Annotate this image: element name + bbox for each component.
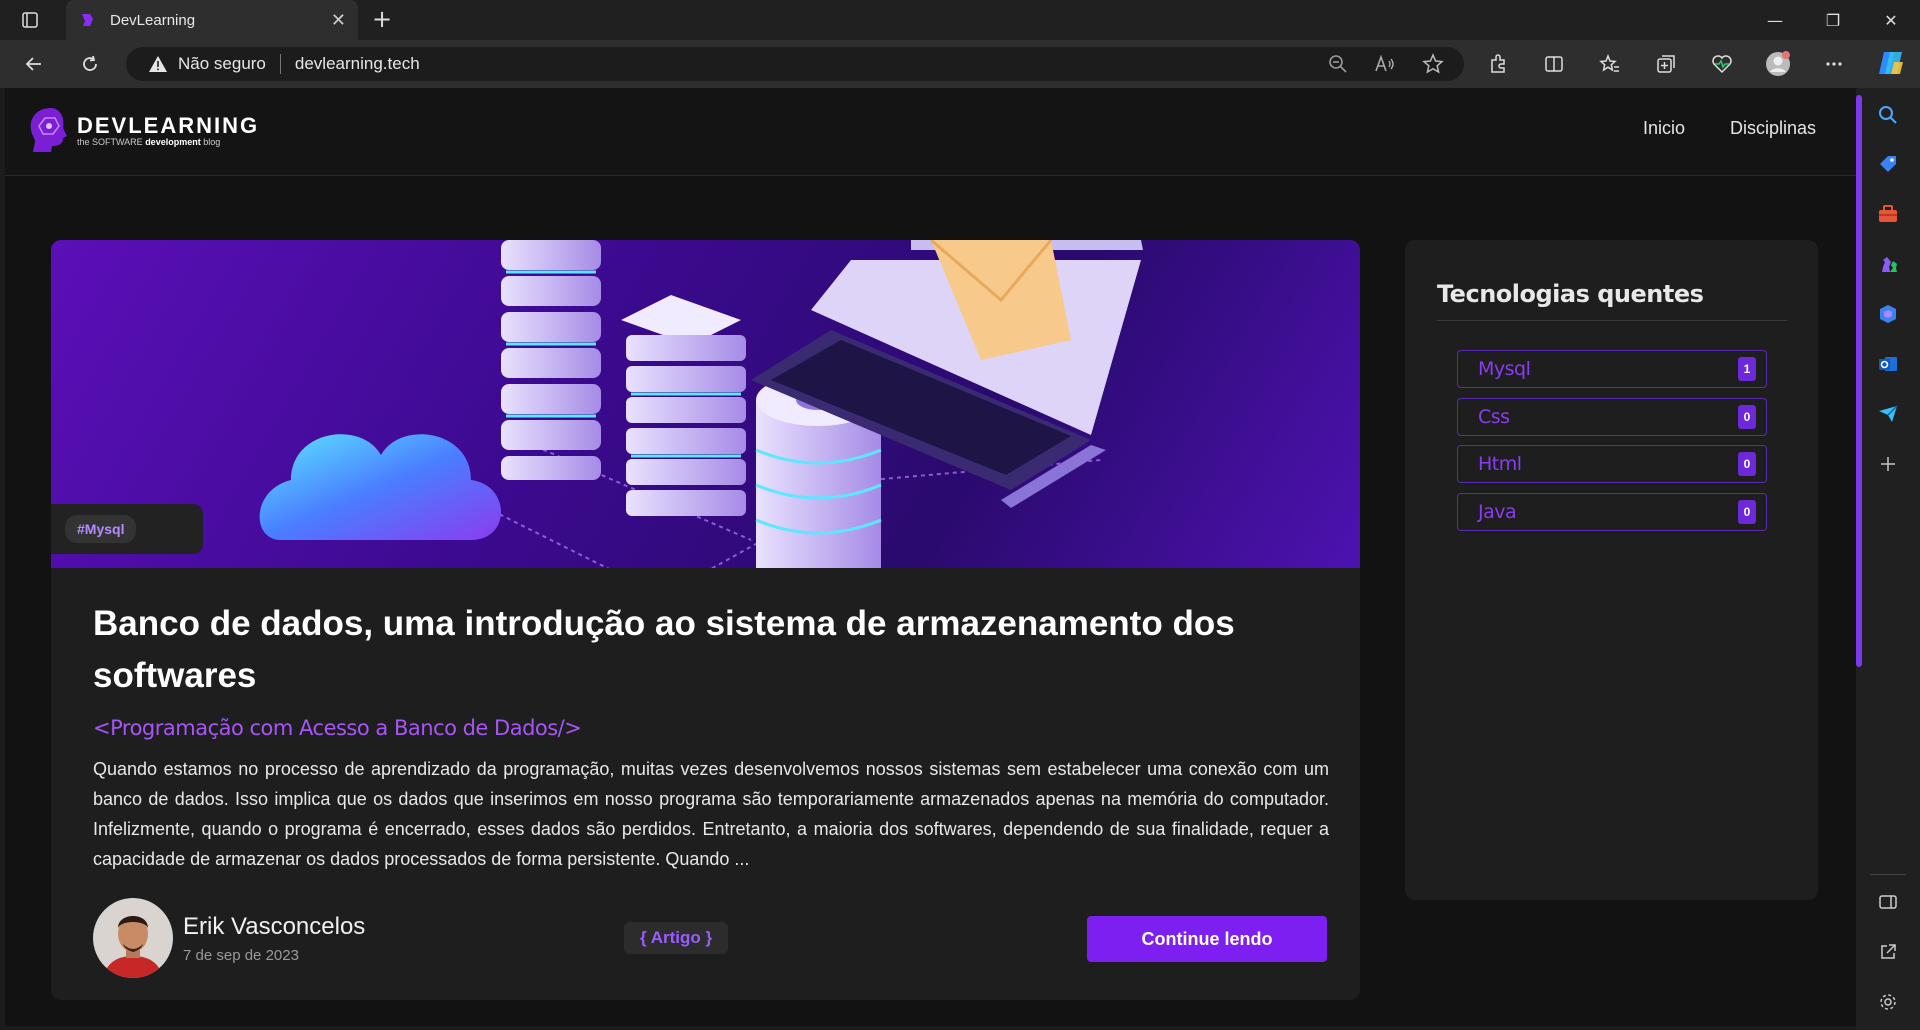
tech-name: Java [1478,500,1517,523]
more-options-icon[interactable] [1820,50,1848,78]
article-type-badge: { Artigo } [624,922,729,954]
favorite-star-icon[interactable] [1422,53,1444,75]
read-aloud-icon[interactable] [1374,54,1396,74]
collections-icon[interactable] [1652,50,1680,78]
logo-head-icon [30,108,67,152]
page-viewport: DEVLEARNING the SOFTWARE development blo… [5,88,1856,1026]
external-link-icon[interactable] [1876,940,1900,964]
hashtag-container: #Mysql [51,504,203,554]
browser-nav-bar: Não seguro devlearning.tech [0,40,1920,88]
restore-button[interactable]: ❐ [1804,0,1862,40]
site-header: DEVLEARNING the SOFTWARE development blo… [5,88,1856,176]
reload-icon [83,55,97,71]
database-illustration [259,240,1143,568]
warning-icon [149,56,167,72]
hide-sidebar-icon[interactable] [1876,890,1900,914]
minimize-button[interactable]: — [1746,0,1804,40]
tech-count-badge: 0 [1738,499,1756,524]
panel-divider [1437,320,1787,321]
split-screen-icon[interactable] [1540,50,1568,78]
panel-title: Tecnologias quentes [1437,280,1704,308]
tech-count-badge: 0 [1738,404,1756,429]
tech-name: Html [1478,453,1522,475]
author-avatar [93,898,173,978]
browser-tab[interactable]: DevLearning ✕ [66,0,358,40]
favorites-icon[interactable] [1596,50,1624,78]
address-bar[interactable]: Não seguro devlearning.tech [126,47,1464,81]
profile-avatar-icon[interactable] [1764,50,1792,78]
tech-item-html[interactable]: Html 0 [1457,445,1767,483]
reload-button[interactable] [76,50,104,78]
site-nav: Inicio Disciplinas [1643,118,1816,139]
sidebar-search-icon[interactable] [1876,103,1900,127]
security-label[interactable]: Não seguro [178,54,266,74]
article-discipline-link[interactable]: <Programação com Acesso a Banco de Dados… [93,716,582,740]
article-card: #Mysql Banco de dados, uma introdução ao… [51,240,1360,1000]
back-arrow-icon [25,57,41,71]
author-name: Erik Vasconcelos [183,912,366,940]
nav-link-inicio[interactable]: Inicio [1643,118,1685,139]
browser-essentials-icon[interactable] [1708,50,1736,78]
logo-title: DEVLEARNING [77,113,260,138]
author-block: Erik Vasconcelos 7 de sep de 2023 [93,898,365,978]
edge-sidebar [1856,88,1920,1030]
page-scrollbar[interactable] [1856,95,1862,667]
address-bar-icons [1328,47,1444,81]
site-favicon-icon [82,14,93,26]
tech-item-css[interactable]: Css 0 [1457,397,1767,436]
window-controls: — ❐ ✕ [1746,0,1920,40]
article-excerpt: Quando estamos no processo de aprendizad… [93,759,1329,869]
tech-count-badge: 1 [1738,357,1756,381]
tab-actions-button[interactable] [0,0,60,40]
technology-list: Mysql 1 Css 0 Html 0 Java 0 [1457,350,1767,540]
tech-count-badge: 0 [1738,452,1756,476]
settings-gear-icon[interactable] [1876,990,1900,1014]
publish-date: 7 de sep de 2023 [183,946,299,964]
address-separator [279,54,281,74]
browser-tab-bar: DevLearning ✕ + — ❐ ✕ [0,0,1920,40]
copilot-icon[interactable] [1876,48,1906,78]
nav-link-disciplinas[interactable]: Disciplinas [1730,118,1816,139]
close-window-button[interactable]: ✕ [1862,0,1920,40]
microsoft-365-icon[interactable] [1876,302,1900,326]
shopping-tag-icon[interactable] [1876,152,1900,176]
article-title[interactable]: Banco de dados, uma introdução ao sistem… [93,598,1313,702]
continue-reading-button[interactable]: Continue lendo [1087,916,1327,962]
article-hero-image[interactable]: #Mysql [51,240,1360,568]
tab-actions-icon [22,12,38,28]
sidebar-divider [1870,874,1906,875]
hashtag-badge[interactable]: #Mysql [65,515,137,543]
new-tab-button[interactable]: + [368,6,396,34]
drop-send-icon[interactable] [1876,402,1900,426]
tab-title: DevLearning [110,11,196,29]
extensions-icon[interactable] [1484,50,1512,78]
tools-briefcase-icon[interactable] [1876,202,1900,226]
add-sidebar-app-icon[interactable] [1876,452,1900,476]
hot-technologies-panel: Tecnologias quentes Mysql 1 Css 0 Html 0… [1405,240,1818,900]
toolbar-icons [1484,50,1848,78]
tech-item-java[interactable]: Java 0 [1457,492,1767,531]
site-logo[interactable]: DEVLEARNING the SOFTWARE development blo… [25,104,259,156]
games-chess-icon[interactable] [1876,252,1900,276]
close-tab-icon[interactable]: ✕ [331,10,346,31]
zoom-icon[interactable] [1328,54,1348,74]
tech-name: Mysql [1478,358,1531,380]
outlook-icon[interactable] [1876,352,1900,376]
url-text[interactable]: devlearning.tech [295,54,420,74]
back-button[interactable] [20,50,48,78]
tech-item-mysql[interactable]: Mysql 1 [1457,350,1767,388]
tech-name: Css [1478,405,1510,428]
